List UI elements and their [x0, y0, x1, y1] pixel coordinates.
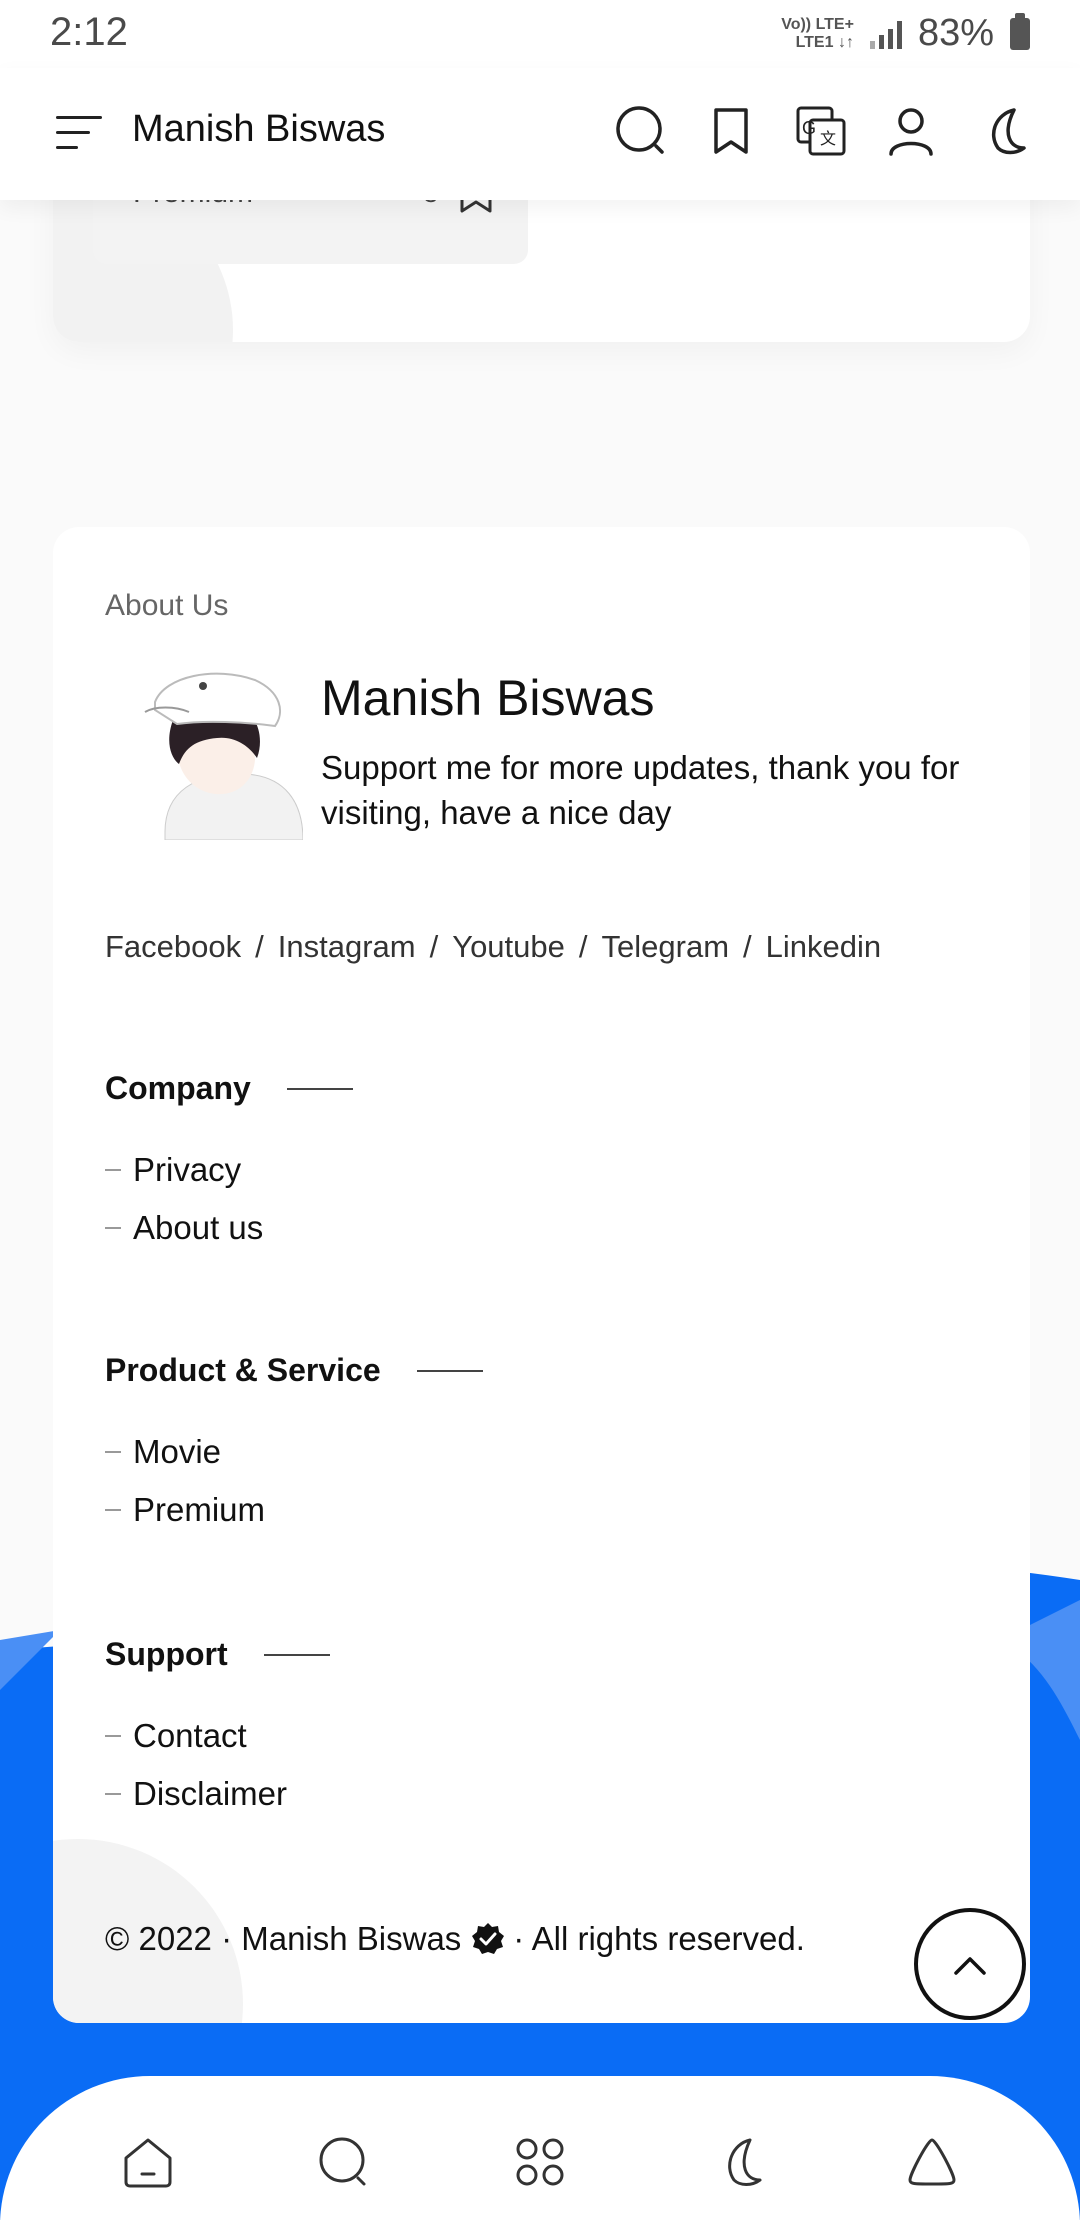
- profile-description: Support me for more updates, thank you f…: [321, 749, 960, 831]
- footer-link-movie[interactable]: Movie: [105, 1423, 483, 1481]
- dash-icon: [105, 1451, 121, 1453]
- status-indicators: Vo)) LTE+ LTE1 ↓↑ 83%: [781, 12, 1030, 55]
- bottom-nav: [0, 2076, 1080, 2220]
- translate-icon[interactable]: G文: [792, 102, 850, 160]
- menu-icon[interactable]: [56, 116, 102, 152]
- dash-icon: [105, 1509, 121, 1511]
- chevron-up-icon: [954, 1957, 986, 1975]
- footer-menu-links: Movie Premium: [105, 1423, 483, 1539]
- copyright-prefix: © 2022 · Manish Biswas: [105, 1920, 462, 1957]
- svg-text:G: G: [802, 118, 816, 138]
- dash-icon: [105, 1227, 121, 1229]
- home-icon[interactable]: [118, 2132, 178, 2192]
- battery-percent: 83%: [917, 12, 994, 54]
- social-separator: /: [429, 929, 439, 964]
- app-header: Manish Biswas G文: [0, 68, 1080, 200]
- footer-link-disclaimer[interactable]: Disclaimer: [105, 1765, 330, 1823]
- footer-menu-support: Support Contact Disclaimer: [105, 1636, 330, 1823]
- apps-icon[interactable]: [510, 2132, 570, 2192]
- bookmark-icon[interactable]: [702, 102, 760, 160]
- social-link-linkedin[interactable]: Linkedin: [766, 929, 881, 965]
- footer-menu-company: Company Privacy About us: [105, 1070, 353, 1257]
- footer-menu-title: Company: [105, 1070, 353, 1107]
- footer-menu-links: Contact Disclaimer: [105, 1707, 330, 1823]
- dash-icon: [105, 1735, 121, 1737]
- battery-icon: [1010, 12, 1030, 50]
- copyright-suffix: · All rights reserved.: [513, 1920, 805, 1957]
- svg-text:文: 文: [820, 130, 836, 148]
- network-indicator: Vo)) LTE+ LTE1 ↓↑: [781, 16, 854, 52]
- social-separator: /: [743, 929, 752, 964]
- up-arrow-icon[interactable]: [902, 2132, 962, 2192]
- divider: [416, 1369, 483, 1372]
- social-separator: /: [255, 929, 264, 964]
- footer-link-contact[interactable]: Contact: [105, 1707, 330, 1765]
- social-link-instagram[interactable]: Instagram: [278, 929, 416, 965]
- footer-link-label: About us: [133, 1209, 264, 1246]
- verified-badge-icon: [472, 1923, 505, 1954]
- divider: [286, 1087, 353, 1090]
- divider: [263, 1653, 330, 1656]
- footer-link-label: Premium: [133, 1491, 266, 1528]
- footer-link-about-us[interactable]: About us: [105, 1199, 353, 1257]
- dash-icon: [105, 1793, 121, 1795]
- footer-link-label: Disclaimer: [133, 1775, 288, 1812]
- footer-menu-title-text: Support: [105, 1636, 228, 1672]
- footer-menu-title-text: Product & Service: [105, 1352, 381, 1388]
- footer-menu-links: Privacy About us: [105, 1141, 353, 1257]
- header-actions: G文: [612, 102, 1030, 160]
- search-icon[interactable]: [314, 2132, 374, 2192]
- profile-name: Manish Biswas: [321, 670, 655, 726]
- footer-card: About Us Manish Biswas Support me for mo…: [53, 527, 1030, 2023]
- signal-icon: [869, 19, 902, 49]
- footer-menu-title: Support: [105, 1636, 330, 1673]
- user-icon[interactable]: [882, 102, 940, 160]
- social-link-youtube[interactable]: Youtube: [452, 929, 565, 965]
- back-to-top-button[interactable]: [914, 1908, 1026, 2020]
- footer-link-privacy[interactable]: Privacy: [105, 1141, 353, 1199]
- bottom-nav-items: [50, 2132, 1030, 2192]
- social-link-facebook[interactable]: Facebook: [105, 929, 241, 965]
- footer-link-label: Privacy: [133, 1151, 242, 1188]
- search-icon[interactable]: [612, 102, 670, 160]
- footer-link-label: Movie: [133, 1433, 222, 1470]
- status-time: 2:12: [50, 10, 128, 54]
- social-links: Facebook / Instagram / Youtube / Telegra…: [105, 929, 881, 965]
- copyright: © 2022 · Manish Biswas · All rights rese…: [105, 1920, 805, 1958]
- status-bar: 2:12 Vo)) LTE+ LTE1 ↓↑ 83%: [0, 0, 1080, 68]
- moon-icon[interactable]: [706, 2132, 766, 2192]
- footer-menu-product-service: Product & Service Movie Premium: [105, 1352, 483, 1539]
- page: 2:12 Vo)) LTE+ LTE1 ↓↑ 83% Manish Biswas: [0, 0, 1080, 2220]
- footer-link-label: Contact: [133, 1717, 247, 1754]
- footer-menu-title-text: Company: [105, 1070, 251, 1106]
- footer-link-premium[interactable]: Premium: [105, 1481, 483, 1539]
- site-title[interactable]: Manish Biswas: [132, 108, 385, 151]
- dash-icon: [105, 1169, 121, 1171]
- moon-icon[interactable]: [972, 102, 1030, 160]
- social-link-telegram[interactable]: Telegram: [602, 929, 730, 965]
- avatar: [144, 672, 303, 840]
- footer-menu-title: Product & Service: [105, 1352, 483, 1389]
- network-line-1: Vo)) LTE+: [781, 15, 854, 33]
- network-line-2: LTE1 ↓↑: [795, 33, 854, 51]
- about-us-heading: About Us: [105, 589, 229, 622]
- social-separator: /: [578, 929, 588, 964]
